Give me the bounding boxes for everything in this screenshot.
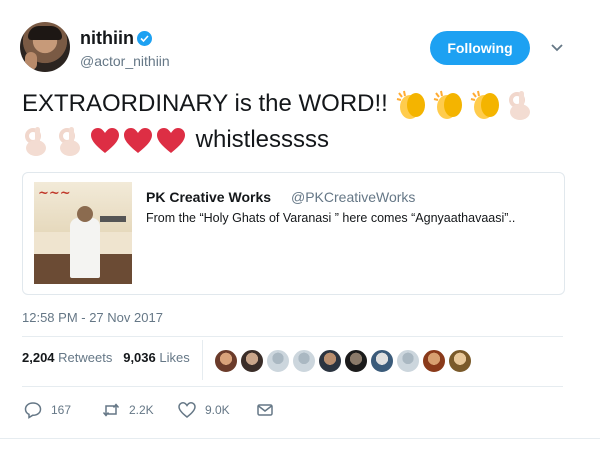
avatar[interactable] (20, 22, 70, 72)
red-heart-icon (156, 127, 186, 155)
tweet-text-line2: whistlesssss (195, 126, 330, 153)
clapping-hands-icon (469, 89, 503, 121)
direct-message-button[interactable] (256, 400, 283, 420)
tweet-timestamp[interactable]: 12:58 PM - 27 Nov 2017 (22, 310, 163, 325)
chevron-down-icon[interactable] (548, 38, 566, 56)
quoted-tweet-card[interactable]: ~~~ PK Creative Works @PKCreativeWorks F… (22, 172, 565, 295)
ok-hand-icon (56, 125, 84, 157)
liker-avatar[interactable] (266, 349, 290, 373)
movie-poster-thumbnail: ~~~ (34, 182, 132, 284)
retweets-count: 2,204 (22, 350, 55, 365)
liker-avatar[interactable] (370, 349, 394, 373)
stats-separator (202, 340, 203, 380)
clapping-hands-icon (395, 89, 429, 121)
red-heart-icon (123, 127, 153, 155)
liker-avatar[interactable] (214, 349, 238, 373)
tweet-text: EXTRAORDINARY is the WORD!! whistlesssss (22, 86, 582, 158)
like-count: 9.0K (205, 403, 230, 417)
following-button[interactable]: Following (430, 31, 530, 65)
author-handle[interactable]: @actor_nithiin (80, 53, 170, 69)
liker-avatar[interactable] (318, 349, 342, 373)
retweets-label: Retweets (58, 350, 113, 365)
like-button[interactable]: 9.0K (178, 400, 230, 420)
red-heart-icon (90, 127, 120, 155)
liker-avatar[interactable] (344, 349, 368, 373)
retweet-count: 2.2K (129, 403, 154, 417)
ok-hand-icon (506, 89, 534, 121)
retweet-icon (102, 403, 120, 417)
quoted-tweet-text: From the “Holy Ghats of Varanasi ” here … (146, 211, 516, 225)
liker-avatar[interactable] (396, 349, 420, 373)
bottom-divider (0, 438, 600, 439)
display-name[interactable]: nithiin (80, 28, 134, 49)
ok-hand-icon (22, 125, 50, 157)
liker-avatar[interactable] (448, 349, 472, 373)
divider (22, 336, 563, 337)
reply-icon (24, 402, 42, 419)
retweets-stat[interactable]: 2,204 Retweets (22, 350, 112, 365)
verified-badge-icon (137, 31, 152, 46)
retweet-button[interactable]: 2.2K (102, 400, 154, 420)
liker-avatar[interactable] (240, 349, 264, 373)
reply-count: 167 (51, 403, 72, 417)
envelope-icon (257, 404, 273, 416)
engagement-stats: 2,204 Retweets 9,036 Likes (22, 350, 190, 365)
liker-avatar[interactable] (292, 349, 316, 373)
quoted-author-handle: @PKCreativeWorks (291, 189, 416, 205)
likes-stat[interactable]: 9,036 Likes (123, 350, 190, 365)
heart-icon (178, 402, 196, 418)
tweet-text-line1: EXTRAORDINARY is the WORD!! (22, 90, 388, 117)
reply-button[interactable]: 167 (24, 400, 71, 420)
liker-avatar[interactable] (422, 349, 446, 373)
likes-count: 9,036 (123, 350, 156, 365)
divider (22, 386, 563, 387)
likes-label: Likes (159, 350, 190, 365)
clapping-hands-icon (432, 89, 466, 121)
quoted-author-name: PK Creative Works (146, 189, 272, 205)
